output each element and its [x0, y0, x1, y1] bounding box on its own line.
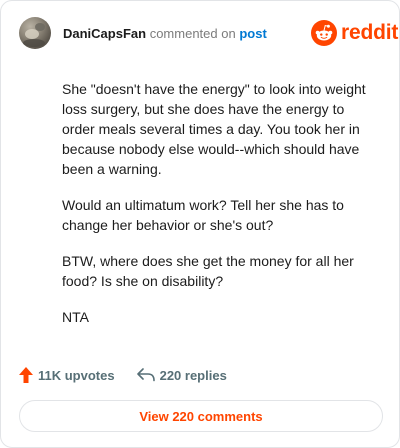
comment-paragraph: Would an ultimatum work? Tell her she ha… — [62, 197, 344, 233]
comment-footer: 11K upvotes 220 replies — [19, 367, 249, 383]
reddit-snoo-icon — [311, 20, 337, 46]
upvote-arrow-icon — [19, 367, 33, 383]
comment-header: DaniCapsFan commented on post — [63, 26, 267, 42]
reply-count: 220 replies — [159, 367, 227, 383]
view-comments-button[interactable]: View 220 comments — [19, 400, 383, 432]
comment-card: DaniCapsFan commented on post reddit She… — [0, 0, 400, 448]
reddit-logo[interactable]: reddit — [311, 20, 398, 46]
post-link[interactable]: post — [239, 26, 266, 41]
avatar[interactable] — [19, 17, 51, 49]
reply-control[interactable]: 220 replies — [136, 367, 227, 383]
upvote-count: 11K upvotes — [38, 367, 115, 383]
comment-paragraph: BTW, where does she get the money for al… — [62, 253, 354, 289]
comment-action-text: commented on — [149, 26, 236, 41]
reddit-wordmark: reddit — [341, 21, 399, 44]
comment-paragraph: NTA — [62, 309, 89, 325]
comment-paragraph: She "doesn't have the energy" to look in… — [62, 81, 366, 177]
upvote-control[interactable]: 11K upvotes — [19, 367, 115, 383]
username[interactable]: DaniCapsFan — [63, 26, 146, 41]
comment-body: She "doesn't have the energy" to look in… — [62, 79, 380, 343]
reply-arrow-icon — [136, 368, 155, 382]
